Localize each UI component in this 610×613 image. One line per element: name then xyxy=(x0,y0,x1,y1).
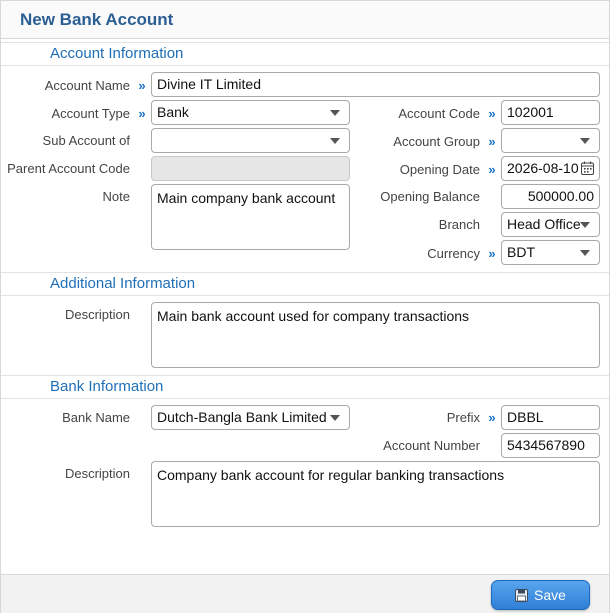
branch-select[interactable]: Head Office xyxy=(501,212,600,237)
account-number-input[interactable]: 5434567890 xyxy=(501,433,600,458)
chevron-down-icon xyxy=(330,415,340,421)
bank-name-select[interactable]: Dutch-Bangla Bank Limited xyxy=(151,405,350,430)
account-group-label: Account Group xyxy=(393,134,480,149)
floppy-disk-icon xyxy=(515,589,529,602)
opening-date-value: 2026-08-10 xyxy=(507,160,579,176)
currency-label: Currency xyxy=(427,246,480,261)
prefix-input[interactable]: DBBL xyxy=(501,405,600,430)
required-icon: » xyxy=(488,106,496,121)
account-type-select[interactable]: Bank xyxy=(151,100,350,125)
sub-account-label: Sub Account of xyxy=(42,133,130,148)
note-label: Note xyxy=(102,189,130,204)
account-name-input[interactable]: Divine IT Limited xyxy=(151,72,600,97)
sub-account-select[interactable] xyxy=(151,128,350,153)
chevron-down-icon xyxy=(580,138,590,144)
required-icon: » xyxy=(138,78,146,93)
account-code-input[interactable]: 102001 xyxy=(501,100,600,125)
bank-description-label: Description xyxy=(64,466,130,481)
account-type-value: Bank xyxy=(157,104,189,120)
dialog-title: New Bank Account xyxy=(20,10,174,29)
note-textarea[interactable]: Main company bank account xyxy=(151,184,350,250)
required-icon: » xyxy=(488,246,496,261)
calendar-icon[interactable] xyxy=(581,161,594,175)
currency-select[interactable]: BDT xyxy=(501,240,600,265)
required-icon: » xyxy=(488,410,496,425)
account-type-label: Account Type xyxy=(51,106,130,121)
save-button-label: Save xyxy=(534,587,566,603)
title-bar: New Bank Account xyxy=(1,0,609,39)
new-bank-account-dialog: New Bank Account Account Information Acc… xyxy=(0,0,610,613)
chevron-down-icon xyxy=(330,138,340,144)
account-name-label: Account Name xyxy=(44,78,130,93)
prefix-label: Prefix xyxy=(446,410,480,425)
section-title-bank: Bank Information xyxy=(50,378,164,395)
chevron-down-icon xyxy=(330,110,340,116)
required-icon: » xyxy=(488,162,496,177)
parent-account-code-label: Parent Account Code xyxy=(7,161,130,176)
bank-name-label: Bank Name xyxy=(62,410,130,425)
chevron-down-icon xyxy=(580,250,590,256)
section-title-account: Account Information xyxy=(50,45,184,62)
branch-label: Branch xyxy=(438,217,480,232)
opening-date-label: Opening Date xyxy=(399,162,480,177)
section-additional-information: Additional Information xyxy=(1,272,609,296)
additional-description-textarea[interactable]: Main bank account used for company trans… xyxy=(151,302,600,368)
required-icon: » xyxy=(138,106,146,121)
opening-date-input[interactable]: 2026-08-10 xyxy=(501,156,600,181)
bank-description-textarea[interactable]: Company bank account for regular banking… xyxy=(151,461,600,527)
required-icon: » xyxy=(488,134,496,149)
section-account-information: Account Information xyxy=(1,42,609,66)
opening-balance-input[interactable]: 500000.00 xyxy=(501,184,600,209)
account-group-select[interactable] xyxy=(501,128,600,153)
section-title-additional: Additional Information xyxy=(50,275,196,292)
save-button[interactable]: Save xyxy=(491,580,590,610)
bank-name-value: Dutch-Bangla Bank Limited xyxy=(157,409,327,425)
dialog-footer: Save xyxy=(1,574,609,613)
currency-value: BDT xyxy=(507,244,535,260)
branch-value: Head Office xyxy=(507,216,581,232)
section-bank-information: Bank Information xyxy=(1,375,609,399)
parent-account-code-input xyxy=(151,156,350,181)
additional-description-label: Description xyxy=(64,307,130,322)
chevron-down-icon xyxy=(580,222,590,228)
account-code-label: Account Code xyxy=(398,106,480,121)
opening-balance-label: Opening Balance xyxy=(380,189,480,204)
account-number-label: Account Number xyxy=(383,438,480,453)
